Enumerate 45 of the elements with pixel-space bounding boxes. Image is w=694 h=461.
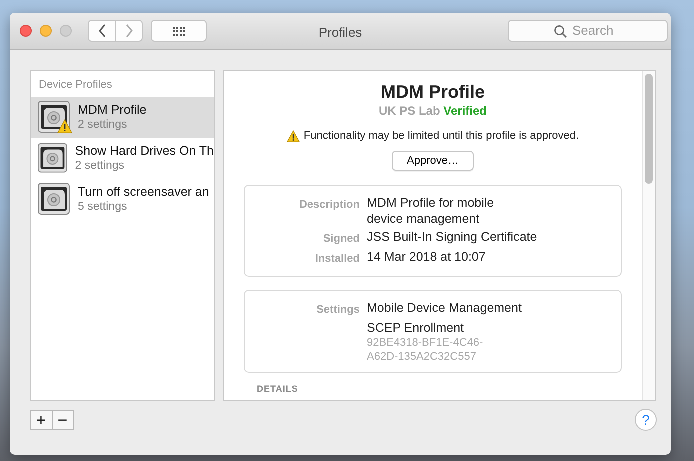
profile-name: Show Hard Drives On Th	[75, 144, 214, 158]
profile-title: MDM Profile	[380, 82, 486, 102]
approve-button[interactable]: Approve…	[392, 150, 474, 170]
settings-count: 2 settings	[78, 118, 128, 132]
field-value: 14 Mar 2018 at 10:07	[367, 249, 486, 266]
setting-name: SCEP Enrollment	[367, 320, 466, 336]
profile-icon	[38, 182, 72, 216]
section-heading: DETAILS	[257, 384, 300, 394]
warning-message: Functionality may be limited until this profile is approved.	[304, 129, 580, 144]
back-button[interactable]	[88, 20, 116, 42]
minimize-button[interactable]	[40, 25, 52, 37]
profile-name: MDM Profile	[78, 102, 147, 118]
close-button[interactable]	[20, 25, 32, 37]
list-heading: Device Profiles	[38, 78, 114, 93]
search-icon	[554, 24, 566, 38]
add-button[interactable]: +	[31, 411, 52, 429]
remove-button[interactable]: −	[52, 411, 73, 429]
zoom-button[interactable]	[60, 25, 72, 37]
warning-icon	[286, 130, 300, 143]
field-value: MDM Profile for mobile device management	[367, 194, 496, 226]
settings-count: 2 settings	[75, 158, 126, 172]
profile-item[interactable]: Turn off screensaver an 5 settings	[31, 178, 214, 220]
profile-name: Turn off screensaver an	[78, 184, 210, 200]
scrollbar[interactable]	[642, 71, 655, 400]
profile-icon	[38, 142, 70, 174]
profile-item[interactable]: MDM Profile 2 settings	[31, 96, 214, 138]
field-label: Installed	[314, 252, 361, 267]
field-value: JSS Built-In Signing Certificate	[367, 228, 538, 246]
forward-icon	[124, 24, 134, 38]
profile-organization: UK PS Lab	[378, 104, 440, 118]
search-bar[interactable]: Search	[508, 20, 668, 42]
setting-name: Mobile Device Management	[367, 300, 522, 316]
field-label: Description	[298, 198, 361, 212]
field-label: Settings	[316, 302, 361, 318]
settings-count: 5 settings	[78, 200, 128, 214]
field-label: Signed	[322, 232, 361, 246]
help-button[interactable]: ?	[635, 409, 657, 431]
grid-icon	[172, 26, 186, 36]
setting-identifier: 92BE4318-BF1E-4C46-A62D-135A2C32C557	[367, 336, 484, 364]
window-title: Profiles	[318, 24, 362, 42]
profile-item[interactable]: Show Hard Drives On Th 2 settings	[31, 138, 214, 178]
show-all-button[interactable]	[151, 20, 207, 42]
search-field[interactable]: Search	[572, 21, 622, 41]
back-icon	[98, 24, 106, 38]
verified-status: Verified	[444, 104, 488, 118]
